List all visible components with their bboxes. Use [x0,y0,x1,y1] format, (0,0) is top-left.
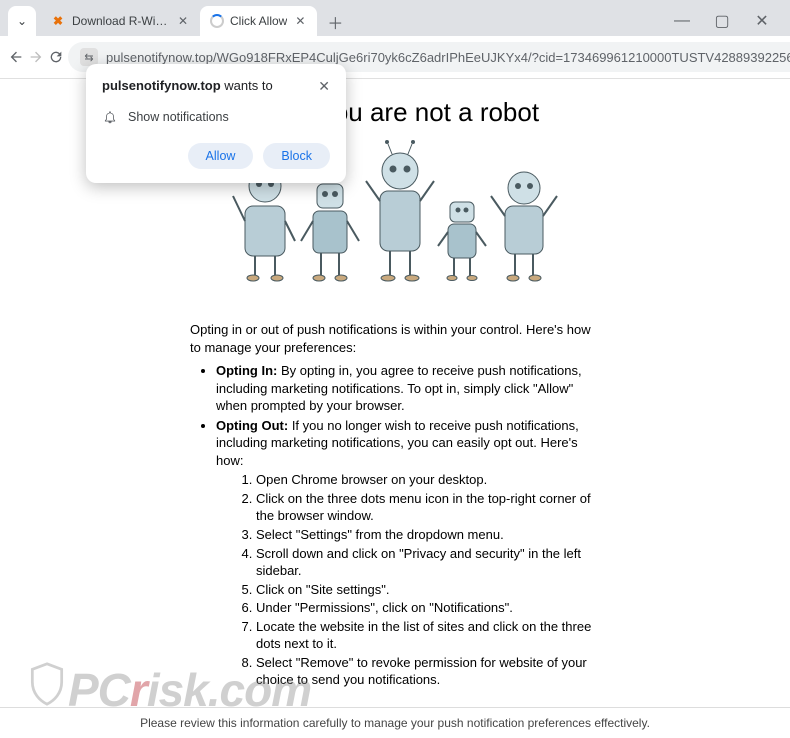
minimize-button[interactable]: — [662,6,702,36]
tab-title: Click Allow [230,14,287,28]
back-button[interactable] [8,42,24,72]
arrow-right-icon [28,49,44,65]
reload-button[interactable] [48,42,64,72]
footer-note: Please review this information carefully… [0,707,790,738]
notification-permission-popup: pulsenotifynow.top wants to ✕ Show notif… [86,64,346,183]
popup-title: pulsenotifynow.top wants to [102,78,273,93]
chevron-down-icon: ⌄ [17,14,27,28]
step-item: Click on the three dots menu icon in the… [256,490,600,525]
step-item: Under "Permissions", click on "Notificat… [256,599,600,617]
reload-icon [48,49,64,65]
bell-icon [102,109,118,125]
favicon-x-icon: ✖ [50,13,66,29]
step-item: Locate the website in the list of sites … [256,618,600,653]
forward-button[interactable] [28,42,44,72]
block-button[interactable]: Block [263,143,330,169]
close-icon[interactable]: ✕ [176,14,190,28]
maximize-button[interactable]: ▢ [702,6,742,36]
step-item: Open Chrome browser on your desktop. [256,471,600,489]
loading-spinner-icon [210,14,224,28]
intro-text: Opting in or out of push notifications i… [190,321,600,356]
url-text: pulsenotifynow.top/WGo918FRxEP4CuljGe6ri… [106,50,790,65]
popup-wants: wants to [221,78,273,93]
tab-click-allow[interactable]: Click Allow ✕ [200,6,317,36]
tab-title: Download R-Wipe & Clean 20. [72,14,170,28]
opt-in-label: Opting In: [216,363,277,378]
new-tab-button[interactable]: ＋ [321,8,349,36]
close-window-button[interactable]: ✕ [742,6,782,36]
popup-site: pulsenotifynow.top [102,78,221,93]
step-item: Click on "Site settings". [256,581,600,599]
step-item: Scroll down and click on "Privacy and se… [256,545,600,580]
tab-rwipe[interactable]: ✖ Download R-Wipe & Clean 20. ✕ [40,6,200,36]
opt-out-item: Opting Out: If you no longer wish to rec… [216,417,600,689]
arrow-left-icon [8,49,24,65]
opt-in-item: Opting In: By opting in, you agree to re… [216,362,600,415]
allow-button[interactable]: Allow [188,143,254,169]
window-controls: — ▢ ✕ [662,6,782,36]
popup-close-button[interactable]: ✕ [318,78,330,95]
permission-row: Show notifications [102,109,330,125]
tab-strip: ⌄ ✖ Download R-Wipe & Clean 20. ✕ Click … [0,0,790,36]
tab-search-caret[interactable]: ⌄ [8,6,36,36]
permission-label: Show notifications [128,110,229,124]
opt-out-label: Opting Out: [216,418,288,433]
close-icon[interactable]: ✕ [293,14,307,28]
step-item: Select "Remove" to revoke permission for… [256,654,600,689]
steps-list: Open Chrome browser on your desktop.Clic… [216,471,600,689]
step-item: Select "Settings" from the dropdown menu… [256,526,600,544]
instructions-block: Opting in or out of push notifications i… [190,321,600,689]
